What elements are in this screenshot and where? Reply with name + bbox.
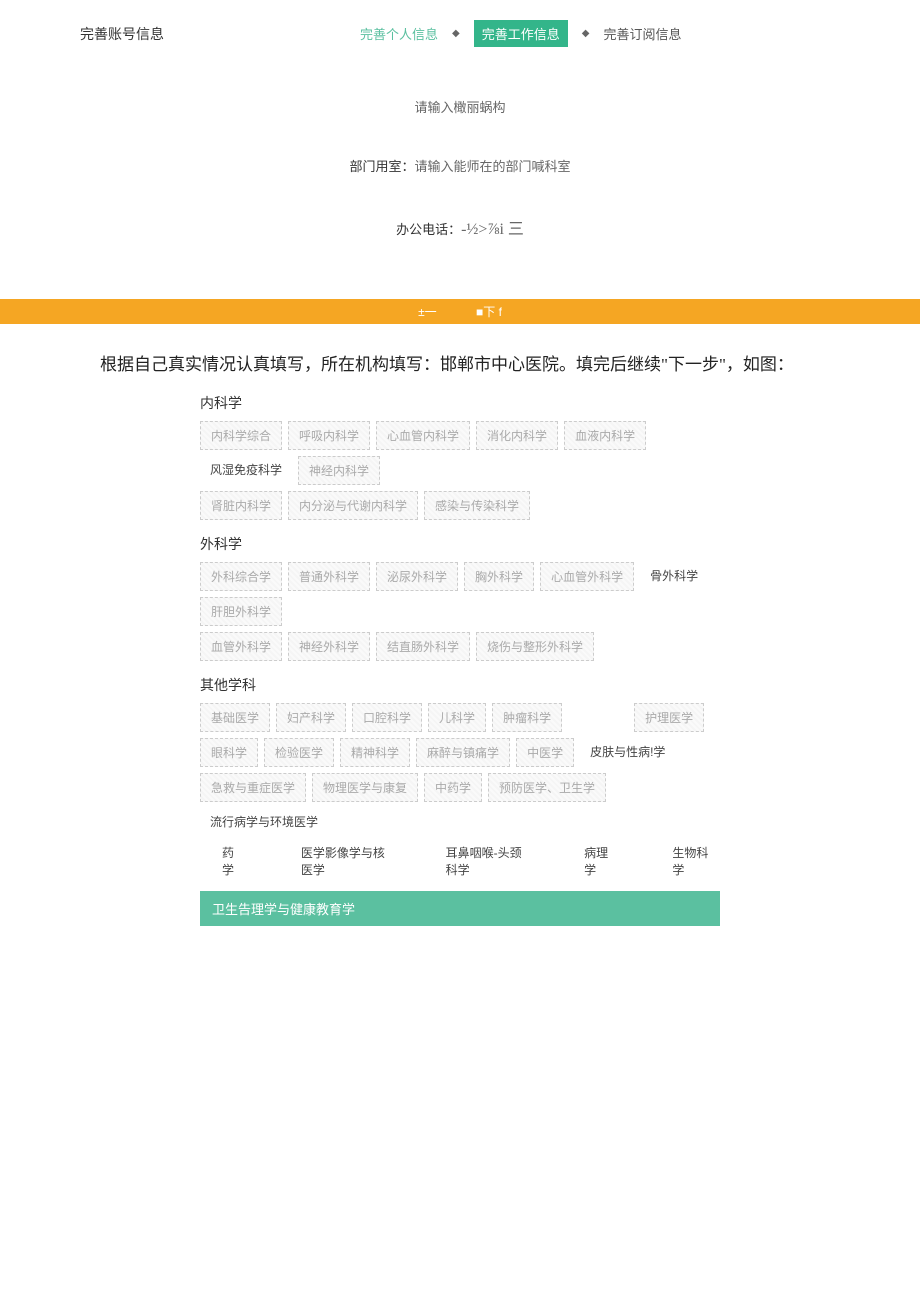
tag-item[interactable]: 肿瘤科学: [492, 703, 562, 732]
tag-item[interactable]: 内分泌与代谢内科学: [288, 491, 418, 520]
step-subscribe[interactable]: 完善订阅信息: [603, 24, 681, 43]
tag-item[interactable]: 心血管内科学: [376, 421, 470, 450]
tag-item[interactable]: 心血管外科学: [540, 562, 634, 591]
tag-item[interactable]: 基础医学: [200, 703, 270, 732]
tag-item[interactable]: 医学影像学与核医学: [291, 839, 396, 883]
category-other: 其他学科 基础医学 妇产科学 口腔科学 儿科学 肿瘤科学 护理医学 眼科学 检验…: [200, 675, 720, 926]
tag-item[interactable]: 护理医学: [634, 703, 704, 732]
tag-item[interactable]: 神经内科学: [298, 456, 380, 485]
tag-item[interactable]: 急救与重症医学: [200, 773, 306, 802]
tag-item[interactable]: 普通外科学: [288, 562, 370, 591]
nav-bar: ±一 ■下 f: [0, 299, 920, 324]
cat-title-other: 其他学科: [200, 675, 720, 695]
step-work[interactable]: 完善工作信息: [474, 20, 568, 47]
prev-button[interactable]: ±一: [418, 305, 437, 319]
org-input-placeholder[interactable]: 请输入橄丽蜗构: [0, 97, 920, 116]
tag-item: [568, 703, 628, 732]
diamond-icon: ◆: [452, 28, 460, 39]
tag-item[interactable]: 胸外科学: [464, 562, 534, 591]
tag-item[interactable]: 风湿免疫科学: [200, 456, 292, 485]
phone-value: -½>⅞i 三: [461, 221, 524, 238]
tag-item[interactable]: 中药学: [424, 773, 482, 802]
tag-item[interactable]: 口腔科学: [352, 703, 422, 732]
tag-item[interactable]: 感染与传染科学: [424, 491, 530, 520]
tag-item[interactable]: 神经外科学: [288, 632, 370, 661]
tag-item[interactable]: 骨外科学: [640, 562, 708, 591]
tag-item[interactable]: 结直肠外科学: [376, 632, 470, 661]
page-title: 完善账号信息: [80, 24, 360, 44]
tag-item[interactable]: 精神科学: [340, 738, 410, 767]
diamond-icon: ◆: [582, 28, 590, 39]
cat-title-surgery: 外科学: [200, 534, 720, 554]
step-personal[interactable]: 完善个人信息: [360, 24, 438, 43]
tag-item[interactable]: 耳鼻咽喉-头颈科学: [436, 839, 534, 883]
tag-item[interactable]: 流行病学与环境医学: [200, 808, 328, 835]
dept-input-placeholder[interactable]: 请输入能师在的部门喊科室: [415, 159, 571, 174]
tag-item[interactable]: 泌尿外科学: [376, 562, 458, 591]
tag-item[interactable]: 皮肤与性病!学: [580, 738, 675, 767]
tag-item[interactable]: 儿科学: [428, 703, 486, 732]
tag-item[interactable]: 内科学综合: [200, 421, 282, 450]
tag-item[interactable]: 物理医学与康复: [312, 773, 418, 802]
tag-item[interactable]: 眼科学: [200, 738, 258, 767]
phone-label: 办公电话：: [396, 222, 461, 237]
tag-item[interactable]: 呼吸内科学: [288, 421, 370, 450]
category-internal: 内科学 内科学综合 呼吸内科学 心血管内科学 消化内科学 血液内科学 风湿免疫科…: [200, 393, 720, 520]
tag-item[interactable]: 血液内科学: [564, 421, 646, 450]
tag-item[interactable]: 血管外科学: [200, 632, 282, 661]
cat-title-internal: 内科学: [200, 393, 720, 413]
tag-item[interactable]: 肝胆外科学: [200, 597, 282, 626]
tag-item[interactable]: 烧伤与整形外科学: [476, 632, 594, 661]
tag-item[interactable]: 生物科学: [662, 839, 720, 883]
tag-item[interactable]: 预防医学、卫生学: [488, 773, 606, 802]
next-button[interactable]: ■下 f: [476, 305, 502, 319]
category-surgery: 外科学 外科综合学 普通外科学 泌尿外科学 胸外科学 心血管外科学 骨外科学 肝…: [200, 534, 720, 661]
dept-label: 部门用室：: [349, 159, 414, 174]
steps-nav: 完善个人信息 ◆ 完善工作信息 ◆ 完善订阅信息: [360, 20, 681, 47]
tag-item[interactable]: 妇产科学: [276, 703, 346, 732]
tag-item[interactable]: 检验医学: [264, 738, 334, 767]
tag-item[interactable]: 麻醉与镇痛学: [416, 738, 510, 767]
instruction-text: 根据自己真实情况认真填写，所在机构填写：邯郸市中心医院。填完后继续"下一步"，如…: [0, 324, 920, 393]
tag-item[interactable]: 药学: [212, 839, 251, 883]
tag-item[interactable]: 消化内科学: [476, 421, 558, 450]
tag-item[interactable]: 外科综合学: [200, 562, 282, 591]
tag-item[interactable]: 病理学: [574, 839, 622, 883]
tag-item[interactable]: 肾脏内科学: [200, 491, 282, 520]
selected-category[interactable]: 卫生告理学与健康教育学: [200, 891, 720, 926]
dept-row: 部门用室：请输入能师在的部门喊科室: [0, 156, 920, 175]
tag-item[interactable]: 中医学: [516, 738, 574, 767]
phone-row: 办公电话：-½>⅞i 三: [0, 215, 920, 239]
